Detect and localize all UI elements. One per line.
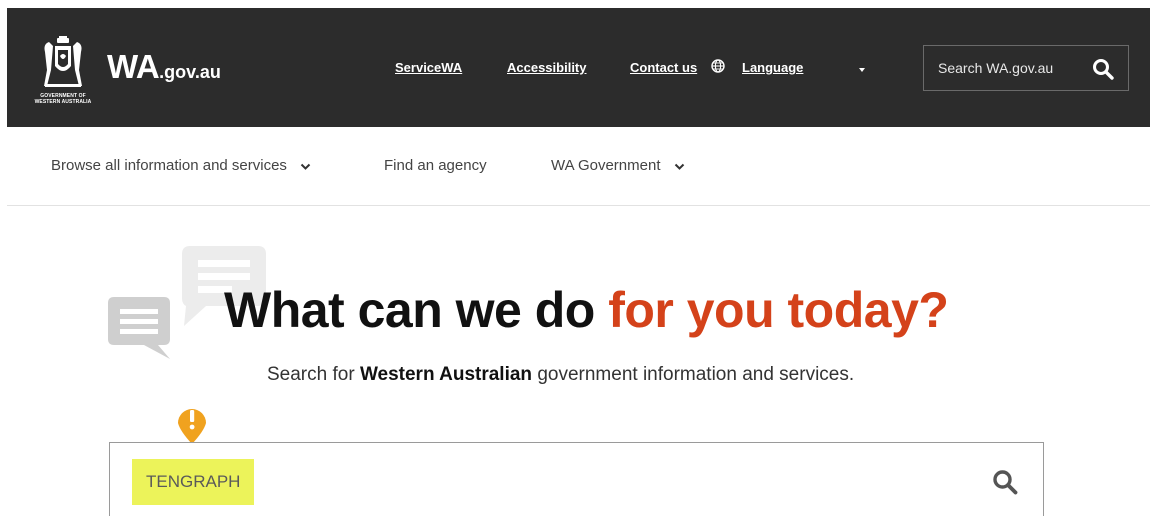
headline-accent: for you today? xyxy=(608,282,949,338)
tagline-post: government information and services. xyxy=(532,364,855,385)
nav-browse-label: Browse all information and services xyxy=(51,157,287,174)
search-icon[interactable] xyxy=(1092,58,1114,80)
globe-icon xyxy=(711,59,725,73)
tagline-pre: Search for xyxy=(267,364,360,385)
hero-tagline: Search for Western Australian government… xyxy=(267,364,854,386)
header-search-input[interactable] xyxy=(924,46,1084,90)
alert-marker-icon xyxy=(178,409,206,444)
headline-dark: What can we do xyxy=(224,282,609,338)
coat-of-arms-icon xyxy=(44,36,82,87)
accessibility-link[interactable]: Accessibility xyxy=(507,60,587,75)
wa-government-crest-logo[interactable]: GOVERNMENT OF WESTERN AUSTRALIA xyxy=(27,36,99,112)
hero-headline: What can we do for you today? xyxy=(224,281,949,339)
wordmark-main: WA xyxy=(107,48,160,85)
crest-caption: GOVERNMENT OF WESTERN AUSTRALIA xyxy=(34,93,92,105)
servicewa-link[interactable]: ServiceWA xyxy=(395,60,462,75)
wa-gov-homepage: GOVERNMENT OF WESTERN AUSTRALIA WA.gov.a… xyxy=(0,0,1150,516)
search-icon[interactable] xyxy=(992,469,1018,495)
tagline-bold: Western Australian xyxy=(359,364,533,385)
speech-bubble-icon xyxy=(108,297,170,359)
nav-agency-label: Find an agency xyxy=(384,157,487,174)
wa-gov-wordmark[interactable]: WA.gov.au xyxy=(107,48,221,86)
header-search-box xyxy=(923,45,1129,91)
main-search-box[interactable]: TENGRAPH xyxy=(109,442,1044,516)
language-selector[interactable]: Language xyxy=(742,60,803,75)
search-query-highlight[interactable]: TENGRAPH xyxy=(132,459,255,505)
chevron-down-icon xyxy=(674,163,684,170)
chevron-down-icon xyxy=(300,163,311,170)
site-header: GOVERNMENT OF WESTERN AUSTRALIA WA.gov.a… xyxy=(7,8,1150,127)
nav-browse-all[interactable]: Browse all information and services xyxy=(51,157,311,174)
contact-us-link[interactable]: Contact us xyxy=(630,60,697,75)
nav-government-label: WA Government xyxy=(551,157,661,174)
nav-wa-government[interactable]: WA Government xyxy=(551,157,685,174)
wordmark-domain: .gov.au xyxy=(159,62,221,82)
nav-divider xyxy=(7,205,1150,206)
nav-find-agency[interactable]: Find an agency xyxy=(384,157,487,174)
caret-down-icon[interactable] xyxy=(859,68,865,72)
